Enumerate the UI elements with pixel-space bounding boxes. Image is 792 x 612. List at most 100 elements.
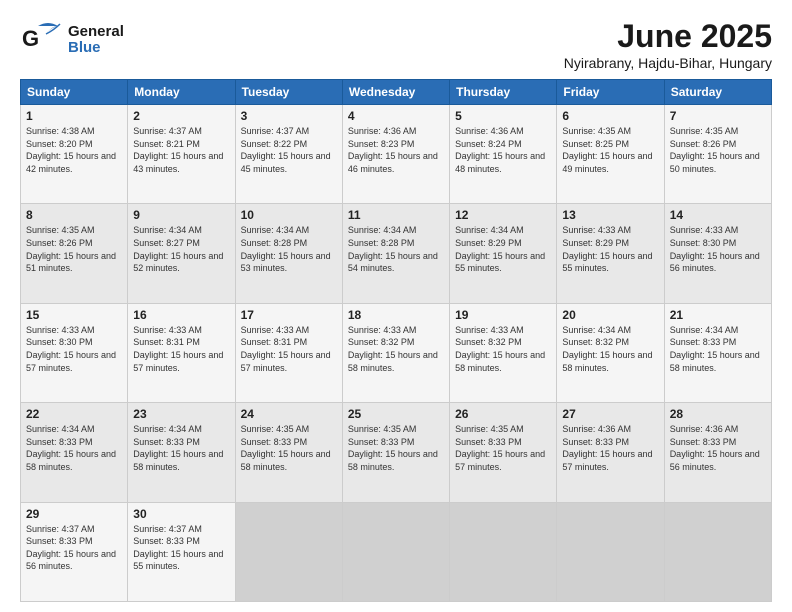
day-number: 14 <box>670 208 766 222</box>
day-number: 24 <box>241 407 337 421</box>
day-info: Sunrise: 4:34 AMSunset: 8:32 PMDaylight:… <box>562 324 658 374</box>
calendar-cell: 5 Sunrise: 4:36 AMSunset: 8:24 PMDaylight… <box>450 105 557 204</box>
main-title: June 2025 <box>564 18 772 55</box>
calendar-cell: 15 Sunrise: 4:33 AMSunset: 8:30 PMDayligh… <box>21 303 128 402</box>
day-info: Sunrise: 4:37 AMSunset: 8:22 PMDaylight:… <box>241 125 337 175</box>
day-number: 26 <box>455 407 551 421</box>
week-row-5: 29 Sunrise: 4:37 AMSunset: 8:33 PMDayligh… <box>21 502 772 601</box>
day-number: 7 <box>670 109 766 123</box>
calendar-cell: 24 Sunrise: 4:35 AMSunset: 8:33 PMDayligh… <box>235 403 342 502</box>
calendar-header-row: Sunday Monday Tuesday Wednesday Thursday… <box>21 80 772 105</box>
calendar-cell: 1Sunrise: 4:38 AMSunset: 8:20 PMDaylight… <box>21 105 128 204</box>
calendar-cell: 3 Sunrise: 4:37 AMSunset: 8:22 PMDaylight… <box>235 105 342 204</box>
logo-icon: G <box>20 18 64 62</box>
day-number: 23 <box>133 407 229 421</box>
calendar-cell: 4 Sunrise: 4:36 AMSunset: 8:23 PMDaylight… <box>342 105 449 204</box>
day-number: 8 <box>26 208 122 222</box>
day-info: Sunrise: 4:35 AMSunset: 8:33 PMDaylight:… <box>241 423 337 473</box>
calendar-cell: 26 Sunrise: 4:35 AMSunset: 8:33 PMDayligh… <box>450 403 557 502</box>
calendar-cell: 11 Sunrise: 4:34 AMSunset: 8:28 PMDayligh… <box>342 204 449 303</box>
calendar-cell: 7 Sunrise: 4:35 AMSunset: 8:26 PMDaylight… <box>664 105 771 204</box>
header-monday: Monday <box>128 80 235 105</box>
header-wednesday: Wednesday <box>342 80 449 105</box>
day-number: 1 <box>26 109 122 123</box>
day-info: Sunrise: 4:33 AMSunset: 8:31 PMDaylight:… <box>133 324 229 374</box>
calendar-cell: 20 Sunrise: 4:34 AMSunset: 8:32 PMDayligh… <box>557 303 664 402</box>
day-number: 17 <box>241 308 337 322</box>
day-info: Sunrise: 4:34 AMSunset: 8:28 PMDaylight:… <box>241 224 337 274</box>
day-number: 30 <box>133 507 229 521</box>
day-number: 28 <box>670 407 766 421</box>
day-number: 16 <box>133 308 229 322</box>
header-thursday: Thursday <box>450 80 557 105</box>
week-row-2: 8 Sunrise: 4:35 AMSunset: 8:26 PMDaylight… <box>21 204 772 303</box>
calendar-cell: 2Sunrise: 4:37 AMSunset: 8:21 PMDaylight… <box>128 105 235 204</box>
day-info: Sunrise: 4:37 AMSunset: 8:33 PMDaylight:… <box>26 523 122 573</box>
day-info: Sunrise: 4:34 AMSunset: 8:29 PMDaylight:… <box>455 224 551 274</box>
calendar-cell: 12Sunrise: 4:34 AMSunset: 8:29 PMDayligh… <box>450 204 557 303</box>
day-info: Sunrise: 4:34 AMSunset: 8:33 PMDaylight:… <box>26 423 122 473</box>
logo-general: General <box>68 24 124 41</box>
day-number: 20 <box>562 308 658 322</box>
logo: G General Blue <box>20 18 124 62</box>
calendar-cell <box>235 502 342 601</box>
day-info: Sunrise: 4:33 AMSunset: 8:30 PMDaylight:… <box>26 324 122 374</box>
day-number: 10 <box>241 208 337 222</box>
day-info: Sunrise: 4:33 AMSunset: 8:29 PMDaylight:… <box>562 224 658 274</box>
day-info: Sunrise: 4:34 AMSunset: 8:28 PMDaylight:… <box>348 224 444 274</box>
calendar-table: Sunday Monday Tuesday Wednesday Thursday… <box>20 79 772 602</box>
header-saturday: Saturday <box>664 80 771 105</box>
calendar-cell: 8 Sunrise: 4:35 AMSunset: 8:26 PMDaylight… <box>21 204 128 303</box>
title-section: June 2025 Nyirabrany, Hajdu-Bihar, Hunga… <box>564 18 772 71</box>
calendar-cell: 28 Sunrise: 4:36 AMSunset: 8:33 PMDayligh… <box>664 403 771 502</box>
day-info: Sunrise: 4:35 AMSunset: 8:26 PMDaylight:… <box>26 224 122 274</box>
header-tuesday: Tuesday <box>235 80 342 105</box>
day-info: Sunrise: 4:33 AMSunset: 8:30 PMDaylight:… <box>670 224 766 274</box>
calendar-cell: 19Sunrise: 4:33 AMSunset: 8:32 PMDayligh… <box>450 303 557 402</box>
day-number: 27 <box>562 407 658 421</box>
subtitle: Nyirabrany, Hajdu-Bihar, Hungary <box>564 55 772 71</box>
header-friday: Friday <box>557 80 664 105</box>
day-number: 21 <box>670 308 766 322</box>
day-number: 4 <box>348 109 444 123</box>
calendar-cell: 14 Sunrise: 4:33 AMSunset: 8:30 PMDayligh… <box>664 204 771 303</box>
day-info: Sunrise: 4:36 AMSunset: 8:24 PMDaylight:… <box>455 125 551 175</box>
day-info: Sunrise: 4:36 AMSunset: 8:33 PMDaylight:… <box>562 423 658 473</box>
day-number: 6 <box>562 109 658 123</box>
day-number: 2 <box>133 109 229 123</box>
day-info: Sunrise: 4:35 AMSunset: 8:33 PMDaylight:… <box>348 423 444 473</box>
calendar-cell <box>450 502 557 601</box>
day-info: Sunrise: 4:34 AMSunset: 8:33 PMDaylight:… <box>133 423 229 473</box>
svg-text:G: G <box>22 26 39 51</box>
calendar-cell: 9 Sunrise: 4:34 AMSunset: 8:27 PMDaylight… <box>128 204 235 303</box>
day-number: 11 <box>348 208 444 222</box>
day-number: 9 <box>133 208 229 222</box>
calendar-cell: 23 Sunrise: 4:34 AMSunset: 8:33 PMDayligh… <box>128 403 235 502</box>
week-row-4: 22 Sunrise: 4:34 AMSunset: 8:33 PMDayligh… <box>21 403 772 502</box>
day-number: 22 <box>26 407 122 421</box>
day-number: 19 <box>455 308 551 322</box>
day-number: 15 <box>26 308 122 322</box>
logo-blue: Blue <box>68 40 124 57</box>
calendar-cell: 10 Sunrise: 4:34 AMSunset: 8:28 PMDayligh… <box>235 204 342 303</box>
day-number: 5 <box>455 109 551 123</box>
day-info: Sunrise: 4:35 AMSunset: 8:26 PMDaylight:… <box>670 125 766 175</box>
day-info: Sunrise: 4:36 AMSunset: 8:33 PMDaylight:… <box>670 423 766 473</box>
calendar-cell <box>557 502 664 601</box>
day-number: 13 <box>562 208 658 222</box>
calendar-cell: 25 Sunrise: 4:35 AMSunset: 8:33 PMDayligh… <box>342 403 449 502</box>
page: G General Blue June 2025 Nyirabrany, Haj… <box>0 0 792 612</box>
day-info: Sunrise: 4:33 AMSunset: 8:32 PMDaylight:… <box>348 324 444 374</box>
day-number: 25 <box>348 407 444 421</box>
day-number: 3 <box>241 109 337 123</box>
day-number: 29 <box>26 507 122 521</box>
day-info: Sunrise: 4:36 AMSunset: 8:23 PMDaylight:… <box>348 125 444 175</box>
day-info: Sunrise: 4:33 AMSunset: 8:31 PMDaylight:… <box>241 324 337 374</box>
week-row-1: 1Sunrise: 4:38 AMSunset: 8:20 PMDaylight… <box>21 105 772 204</box>
calendar-cell: 29 Sunrise: 4:37 AMSunset: 8:33 PMDayligh… <box>21 502 128 601</box>
day-info: Sunrise: 4:34 AMSunset: 8:33 PMDaylight:… <box>670 324 766 374</box>
calendar-cell: 30Sunrise: 4:37 AMSunset: 8:33 PMDayligh… <box>128 502 235 601</box>
calendar-cell <box>342 502 449 601</box>
day-info: Sunrise: 4:35 AMSunset: 8:33 PMDaylight:… <box>455 423 551 473</box>
day-info: Sunrise: 4:34 AMSunset: 8:27 PMDaylight:… <box>133 224 229 274</box>
